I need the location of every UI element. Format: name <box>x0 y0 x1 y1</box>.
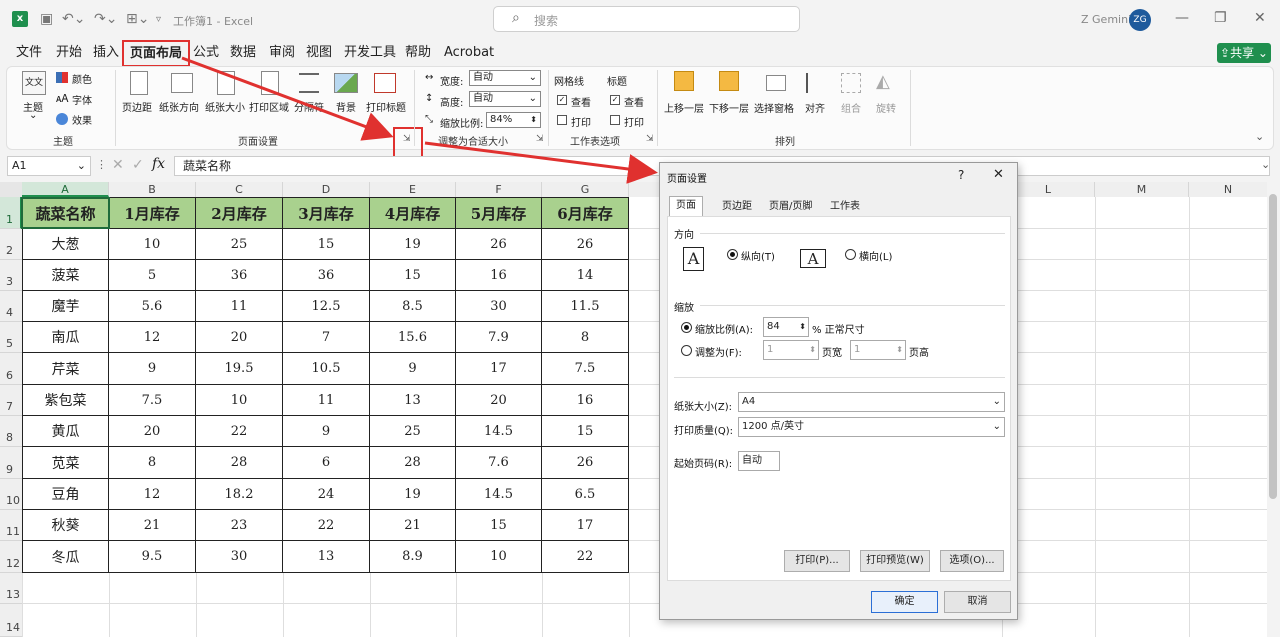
adjust-radio[interactable] <box>681 322 692 333</box>
pct-label: % 正常尺寸 <box>812 325 865 336</box>
divider <box>674 377 1005 378</box>
divider <box>700 233 1005 234</box>
adjust-stepper[interactable]: 84 ⬍ <box>763 317 809 337</box>
annotation-arrows <box>181 56 658 184</box>
first-page-input[interactable]: 自动 <box>738 451 780 471</box>
first-page-value: 自动 <box>742 455 762 466</box>
fit-tall-stepper[interactable]: 1 ⬍ <box>850 340 906 360</box>
options-button[interactable]: 选项(O)... <box>940 550 1004 572</box>
divider <box>700 305 1005 306</box>
chevron-down-icon: ⌄ <box>992 421 1001 432</box>
paper-size-select[interactable]: A4 ⌄ <box>738 392 1005 412</box>
fit-tall-value: 1 <box>854 344 861 355</box>
page-setup-dialog: 页面设置 ? ✕ 页面 页边距 页眉/页脚 工作表 方向 A 纵向(T) A 横… <box>659 162 1018 620</box>
close-icon[interactable]: ✕ <box>993 167 1004 182</box>
dialog-title: 页面设置 <box>667 174 707 185</box>
landscape-label: 横向(L) <box>859 252 893 263</box>
fit-wide-stepper[interactable]: 1 ⬍ <box>763 340 819 360</box>
chevron-down-icon: ⌄ <box>992 396 1001 407</box>
paper-size-label: 纸张大小(Z): <box>674 402 733 413</box>
fit-radio[interactable] <box>681 345 692 356</box>
landscape-radio[interactable] <box>845 249 856 260</box>
pages-wide-label: 页宽 <box>822 348 842 359</box>
stepper-icon: ⬍ <box>896 345 903 354</box>
stepper-icon: ⬍ <box>799 322 806 331</box>
stepper-icon: ⬍ <box>809 345 816 354</box>
fit-label: 调整为(F): <box>695 348 742 359</box>
portrait-icon: A <box>683 247 704 271</box>
arrow-tab-to-launcher <box>181 56 394 141</box>
portrait-label: 纵向(T) <box>741 252 775 263</box>
tab-margins[interactable]: 页边距 <box>716 198 758 216</box>
quality-label: 打印质量(Q): <box>674 426 734 437</box>
orientation-section-label: 方向 <box>674 230 694 241</box>
adjust-value: 84 <box>767 321 780 332</box>
print-preview-button[interactable]: 打印预览(W) <box>860 550 930 572</box>
scaling-section-label: 缩放 <box>674 303 694 314</box>
paper-size-value: A4 <box>742 396 756 407</box>
pages-tall-label: 页高 <box>909 348 929 359</box>
landscape-icon: A <box>800 249 826 268</box>
fit-wide-value: 1 <box>767 344 774 355</box>
tab-page[interactable]: 页面 <box>669 196 703 216</box>
excel-window: x ▣ ↶⌄ ↷⌄ ⊞⌄ ▿ 工作簿1 - Excel ⌕ 搜索 Z Gemin… <box>0 0 1280 637</box>
tab-sheet[interactable]: 工作表 <box>824 198 866 216</box>
print-quality-select[interactable]: 1200 点/英寸 ⌄ <box>738 417 1005 437</box>
arrow-launcher-to-dialog <box>424 141 658 184</box>
first-page-label: 起始页码(R): <box>674 459 733 470</box>
cancel-button[interactable]: 取消 <box>944 591 1011 613</box>
print-quality-value: 1200 点/英寸 <box>742 421 804 432</box>
print-button[interactable]: 打印(P)... <box>784 550 850 572</box>
ok-button[interactable]: 确定 <box>871 591 938 613</box>
tab-header-footer[interactable]: 页眉/页脚 <box>763 198 818 216</box>
help-icon[interactable]: ? <box>958 168 964 182</box>
portrait-radio[interactable] <box>727 249 738 260</box>
adjust-label: 缩放比例(A): <box>695 325 754 336</box>
